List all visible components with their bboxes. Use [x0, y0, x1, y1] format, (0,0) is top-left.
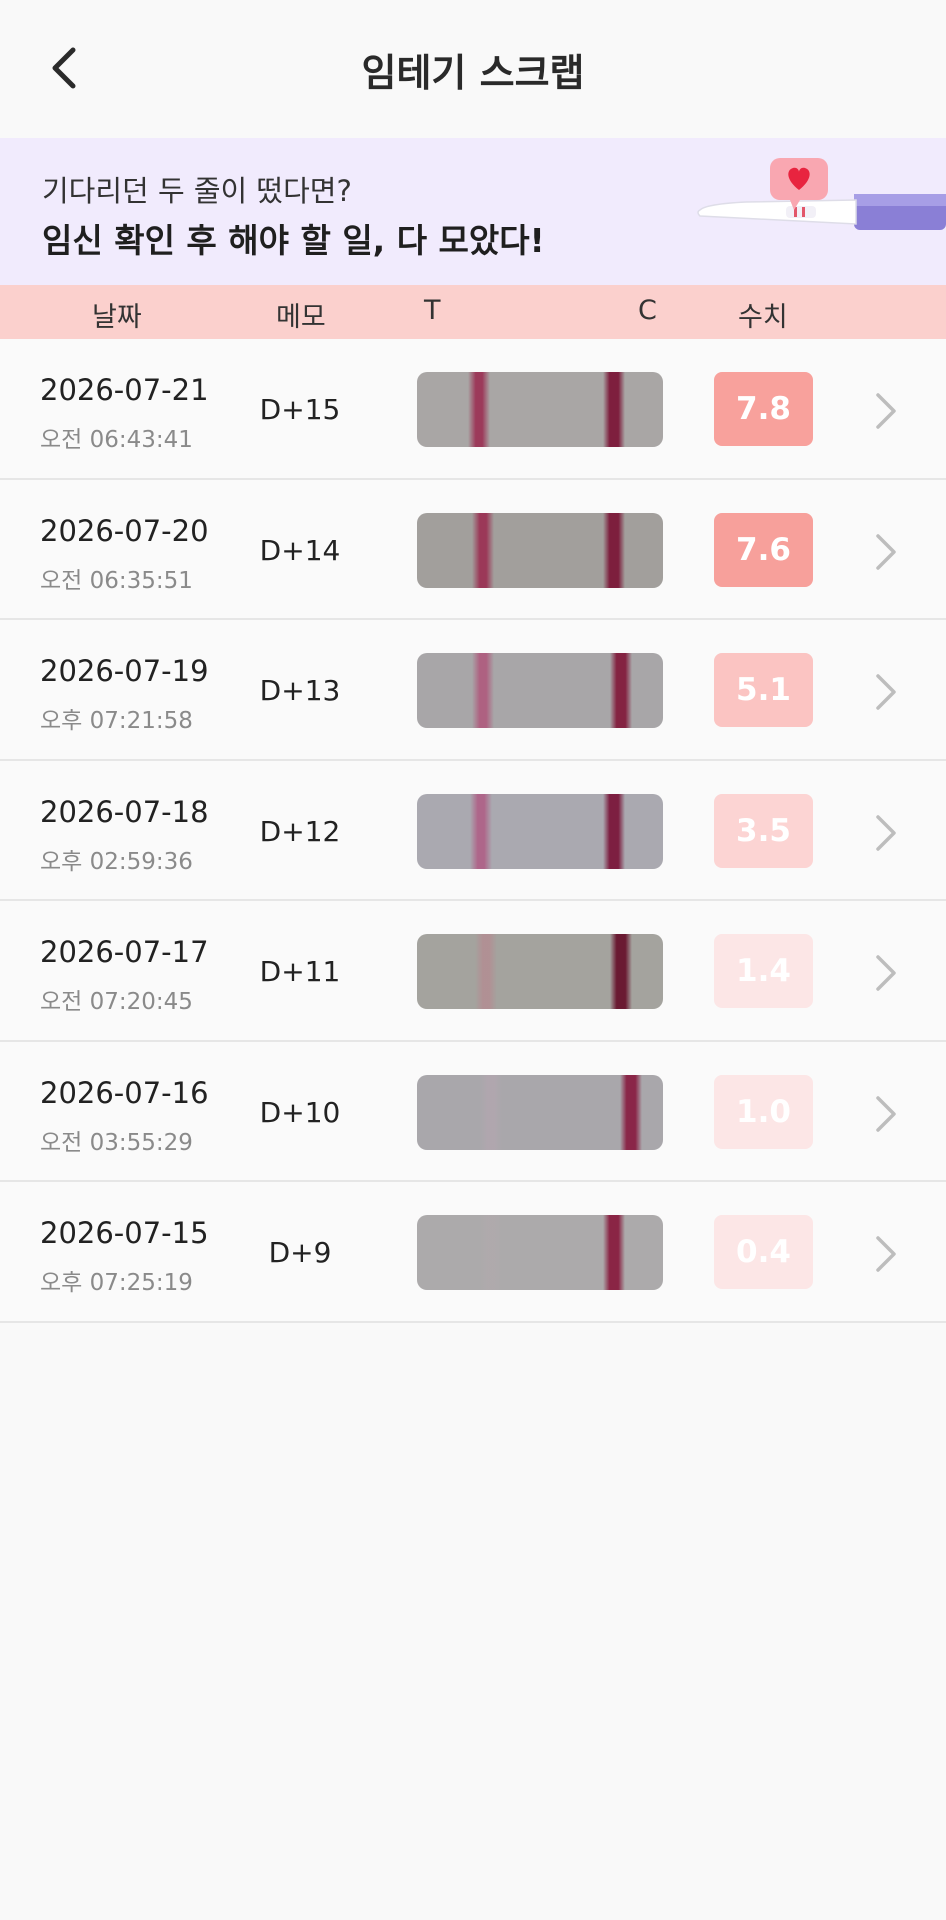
- record-row[interactable]: 2026-07-18 오후 02:59:36 D+12 3.5: [0, 760, 946, 901]
- record-row[interactable]: 2026-07-20 오전 06:35:51 D+14 7.6: [0, 479, 946, 620]
- record-date: 2026-07-18: [40, 794, 209, 829]
- record-memo: D+10: [259, 1095, 341, 1129]
- c-line: [602, 372, 625, 447]
- record-memo: D+14: [259, 533, 341, 567]
- record-date: 2026-07-15: [40, 1216, 209, 1250]
- record-row[interactable]: 2026-07-16 오전 03:55:29 D+10 1.0: [0, 1041, 946, 1182]
- record-time: 오후 07:21:58: [40, 708, 193, 734]
- c-line: [602, 1215, 625, 1290]
- chevron-right-icon: [876, 533, 896, 570]
- chevron-right-icon: [876, 955, 896, 991]
- value-badge: 1.4: [714, 934, 813, 1008]
- record-memo: D+9: [268, 1236, 332, 1269]
- record-row[interactable]: 2026-07-17 오전 07:20:45 D+11 1.4: [0, 901, 946, 1042]
- record-time: 오후 02:59:36: [40, 848, 193, 875]
- t-line: [469, 793, 492, 869]
- c-line: [610, 934, 633, 1009]
- record-row[interactable]: 2026-07-21 오전 06:43:41 D+15 7.8: [0, 339, 946, 480]
- banner-headline: 임신 확인 후 해야 할 일, 다 모았다!: [42, 221, 545, 260]
- column-t: T: [424, 295, 441, 326]
- c-line: [620, 1074, 643, 1150]
- value-badge: 7.8: [714, 372, 813, 446]
- record-time: 오후 07:25:19: [40, 1270, 193, 1296]
- record-time: 오전 06:35:51: [40, 567, 193, 594]
- record-memo: D+11: [259, 955, 341, 988]
- column-date: 날짜: [92, 302, 142, 333]
- record-date: 2026-07-21: [40, 373, 209, 407]
- t-line: [479, 1215, 502, 1290]
- record-date: 2026-07-17: [40, 935, 209, 969]
- t-line: [474, 934, 497, 1009]
- chevron-right-icon: [876, 1236, 896, 1272]
- test-strip-image: [417, 1074, 663, 1150]
- page-title: 임테기 스크랩: [361, 51, 585, 95]
- chevron-right-icon: [876, 393, 896, 429]
- c-line: [602, 512, 625, 588]
- record-list: 2026-07-21 오전 06:43:41 D+15 7.8 2026-07-…: [0, 339, 946, 1323]
- column-c: C: [638, 295, 657, 326]
- column-header: 날짜 메모 T C 수치: [0, 285, 946, 339]
- t-line: [479, 1074, 502, 1150]
- test-strip-image: [417, 653, 663, 728]
- test-strip-image: [417, 793, 663, 869]
- t-line: [467, 372, 490, 447]
- c-line: [610, 653, 633, 728]
- record-time: 오전 06:43:41: [40, 427, 193, 453]
- record-time: 오전 07:20:45: [40, 989, 193, 1015]
- chevron-right-icon: [876, 674, 896, 710]
- record-row[interactable]: 2026-07-19 오후 07:21:58 D+13 5.1: [0, 620, 946, 761]
- record-date: 2026-07-20: [40, 513, 209, 548]
- chevron-right-icon: [876, 1095, 896, 1132]
- value-badge: 5.1: [714, 653, 813, 727]
- test-strip-image: [417, 512, 663, 588]
- record-memo: D+12: [259, 814, 341, 848]
- value-badge: 7.6: [714, 512, 813, 587]
- value-badge: 1.0: [714, 1074, 813, 1149]
- record-memo: D+13: [259, 674, 341, 707]
- record-memo: D+15: [259, 393, 341, 426]
- test-strip-image: [417, 934, 663, 1009]
- t-line: [472, 653, 495, 728]
- app-header: 임테기 스크랩: [0, 0, 946, 138]
- promo-banner[interactable]: 기다리던 두 줄이 떴다면? 임신 확인 후 해야 할 일, 다 모았다!: [0, 138, 946, 285]
- value-badge: 3.5: [714, 793, 813, 868]
- test-strip-image: [417, 372, 663, 447]
- value-badge: 0.4: [714, 1215, 813, 1289]
- column-value: 수치: [738, 302, 788, 333]
- column-memo: 메모: [276, 302, 326, 333]
- record-time: 오전 03:55:29: [40, 1129, 193, 1156]
- chevron-right-icon: [876, 814, 896, 851]
- pregnancy-test-heart-icon: [697, 158, 946, 230]
- record-date: 2026-07-19: [40, 654, 209, 688]
- record-date: 2026-07-16: [40, 1075, 209, 1110]
- c-line: [602, 793, 625, 869]
- record-row[interactable]: 2026-07-15 오후 07:25:19 D+9 0.4: [0, 1182, 946, 1323]
- test-strip-image: [417, 1215, 663, 1290]
- t-line: [472, 512, 495, 588]
- banner-subtitle: 기다리던 두 줄이 떴다면?: [42, 174, 352, 208]
